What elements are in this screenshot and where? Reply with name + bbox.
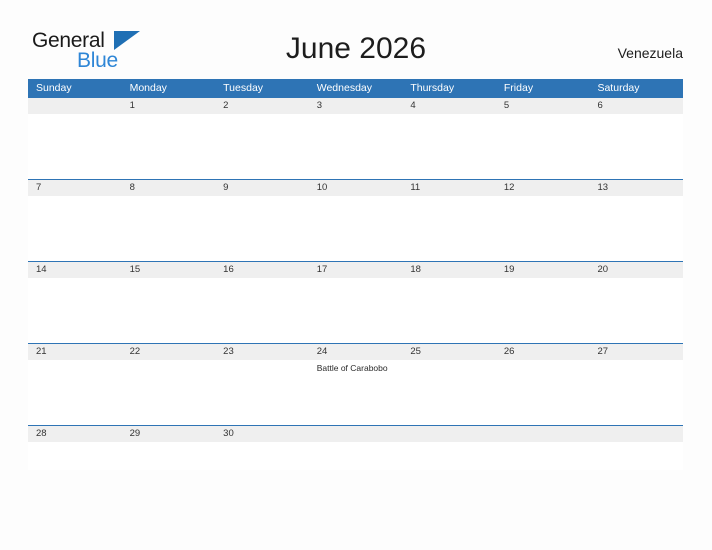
day-number[interactable]: 25 bbox=[402, 344, 496, 360]
day-cell[interactable] bbox=[402, 196, 496, 261]
day-number[interactable]: 6 bbox=[589, 98, 683, 114]
day-cell[interactable] bbox=[28, 360, 122, 425]
week-date-number-band: 14 15 16 17 18 19 20 bbox=[28, 261, 683, 278]
day-number[interactable]: 26 bbox=[496, 344, 590, 360]
week-date-number-band: 28 29 30 bbox=[28, 425, 683, 442]
day-cell[interactable] bbox=[496, 114, 590, 179]
day-cell[interactable] bbox=[215, 278, 309, 343]
calendar-week-row: 21 22 23 24 25 26 27 Battle of Carabobo bbox=[28, 343, 683, 425]
day-number[interactable] bbox=[309, 426, 403, 442]
weekday-header-monday: Monday bbox=[129, 82, 167, 94]
day-number[interactable]: 3 bbox=[309, 98, 403, 114]
week-event-band bbox=[28, 196, 683, 261]
country-label: Venezuela bbox=[617, 45, 683, 61]
day-number[interactable]: 5 bbox=[496, 98, 590, 114]
day-number[interactable]: 23 bbox=[215, 344, 309, 360]
week-event-band bbox=[28, 278, 683, 343]
day-cell[interactable] bbox=[122, 196, 216, 261]
day-number[interactable]: 8 bbox=[122, 180, 216, 196]
day-cell[interactable] bbox=[28, 442, 122, 470]
day-cell[interactable] bbox=[589, 442, 683, 470]
calendar-week-row: 1 2 3 4 5 6 bbox=[28, 97, 683, 179]
day-number[interactable]: 22 bbox=[122, 344, 216, 360]
day-cell[interactable] bbox=[402, 114, 496, 179]
day-cell[interactable] bbox=[589, 278, 683, 343]
day-cell[interactable] bbox=[215, 196, 309, 261]
day-number[interactable]: 18 bbox=[402, 262, 496, 278]
week-date-number-band: 1 2 3 4 5 6 bbox=[28, 97, 683, 114]
weekday-header-friday: Friday bbox=[503, 82, 534, 94]
day-number[interactable] bbox=[28, 98, 122, 114]
day-cell[interactable] bbox=[402, 360, 496, 425]
day-number[interactable]: 19 bbox=[496, 262, 590, 278]
week-event-band: Battle of Carabobo bbox=[28, 360, 683, 425]
day-cell[interactable] bbox=[496, 278, 590, 343]
day-number[interactable]: 1 bbox=[122, 98, 216, 114]
page-title: June 2026 bbox=[285, 32, 427, 65]
day-cell[interactable] bbox=[215, 114, 309, 179]
day-number[interactable]: 14 bbox=[28, 262, 122, 278]
day-number[interactable]: 9 bbox=[215, 180, 309, 196]
day-cell[interactable] bbox=[589, 114, 683, 179]
calendar-week-row: 7 8 9 10 11 12 13 bbox=[28, 179, 683, 261]
day-cell[interactable]: Battle of Carabobo bbox=[309, 360, 403, 425]
day-cell[interactable] bbox=[215, 360, 309, 425]
day-number[interactable]: 7 bbox=[28, 180, 122, 196]
weekday-header-saturday: Saturday bbox=[597, 82, 640, 94]
day-cell[interactable] bbox=[496, 442, 590, 470]
page-header: General Blue June 2026 Venezuela bbox=[0, 0, 712, 76]
day-cell[interactable] bbox=[402, 442, 496, 470]
day-cell[interactable] bbox=[122, 114, 216, 179]
calendar-grid: Sunday Monday Tuesday Wednesday Thursday… bbox=[28, 79, 683, 470]
day-number[interactable]: 21 bbox=[28, 344, 122, 360]
week-event-band bbox=[28, 114, 683, 179]
day-cell[interactable] bbox=[122, 278, 216, 343]
day-number[interactable]: 27 bbox=[589, 344, 683, 360]
day-cell[interactable] bbox=[309, 278, 403, 343]
calendar-week-row: 28 29 30 bbox=[28, 425, 683, 470]
day-number[interactable]: 16 bbox=[215, 262, 309, 278]
week-date-number-band: 7 8 9 10 11 12 13 bbox=[28, 179, 683, 196]
day-number[interactable]: 24 bbox=[309, 344, 403, 360]
day-cell[interactable] bbox=[309, 114, 403, 179]
calendar-page: General Blue June 2026 Venezuela Sunday … bbox=[0, 0, 712, 550]
weekday-header-sunday: Sunday bbox=[36, 82, 72, 94]
day-cell[interactable] bbox=[402, 278, 496, 343]
day-number[interactable] bbox=[496, 426, 590, 442]
day-cell[interactable] bbox=[496, 196, 590, 261]
day-number[interactable]: 4 bbox=[402, 98, 496, 114]
day-number[interactable]: 2 bbox=[215, 98, 309, 114]
weekday-header-thursday: Thursday bbox=[410, 82, 455, 94]
day-number[interactable] bbox=[589, 426, 683, 442]
day-cell[interactable] bbox=[496, 360, 590, 425]
day-number[interactable]: 30 bbox=[215, 426, 309, 442]
day-event-text: Battle of Carabobo bbox=[316, 363, 388, 373]
day-cell[interactable] bbox=[28, 278, 122, 343]
day-cell[interactable] bbox=[28, 114, 122, 179]
day-number[interactable]: 20 bbox=[589, 262, 683, 278]
day-cell[interactable] bbox=[215, 442, 309, 470]
day-cell[interactable] bbox=[589, 360, 683, 425]
week-event-band bbox=[28, 442, 683, 470]
day-number[interactable]: 13 bbox=[589, 180, 683, 196]
day-cell[interactable] bbox=[309, 196, 403, 261]
day-number[interactable]: 10 bbox=[309, 180, 403, 196]
week-date-number-band: 21 22 23 24 25 26 27 bbox=[28, 343, 683, 360]
weekday-header-tuesday: Tuesday bbox=[223, 82, 264, 94]
day-number[interactable]: 29 bbox=[122, 426, 216, 442]
day-number[interactable] bbox=[402, 426, 496, 442]
day-number[interactable]: 11 bbox=[402, 180, 496, 196]
day-cell[interactable] bbox=[589, 196, 683, 261]
day-number[interactable]: 12 bbox=[496, 180, 590, 196]
day-cell[interactable] bbox=[122, 360, 216, 425]
day-cell[interactable] bbox=[122, 442, 216, 470]
day-cell[interactable] bbox=[28, 196, 122, 261]
day-number[interactable]: 17 bbox=[309, 262, 403, 278]
calendar-week-row: 14 15 16 17 18 19 20 bbox=[28, 261, 683, 343]
weekday-header-wednesday: Wednesday bbox=[316, 82, 372, 94]
day-number[interactable]: 15 bbox=[122, 262, 216, 278]
day-number[interactable]: 28 bbox=[28, 426, 122, 442]
weekday-header-row: Sunday Monday Tuesday Wednesday Thursday… bbox=[28, 79, 683, 97]
day-cell[interactable] bbox=[309, 442, 403, 470]
